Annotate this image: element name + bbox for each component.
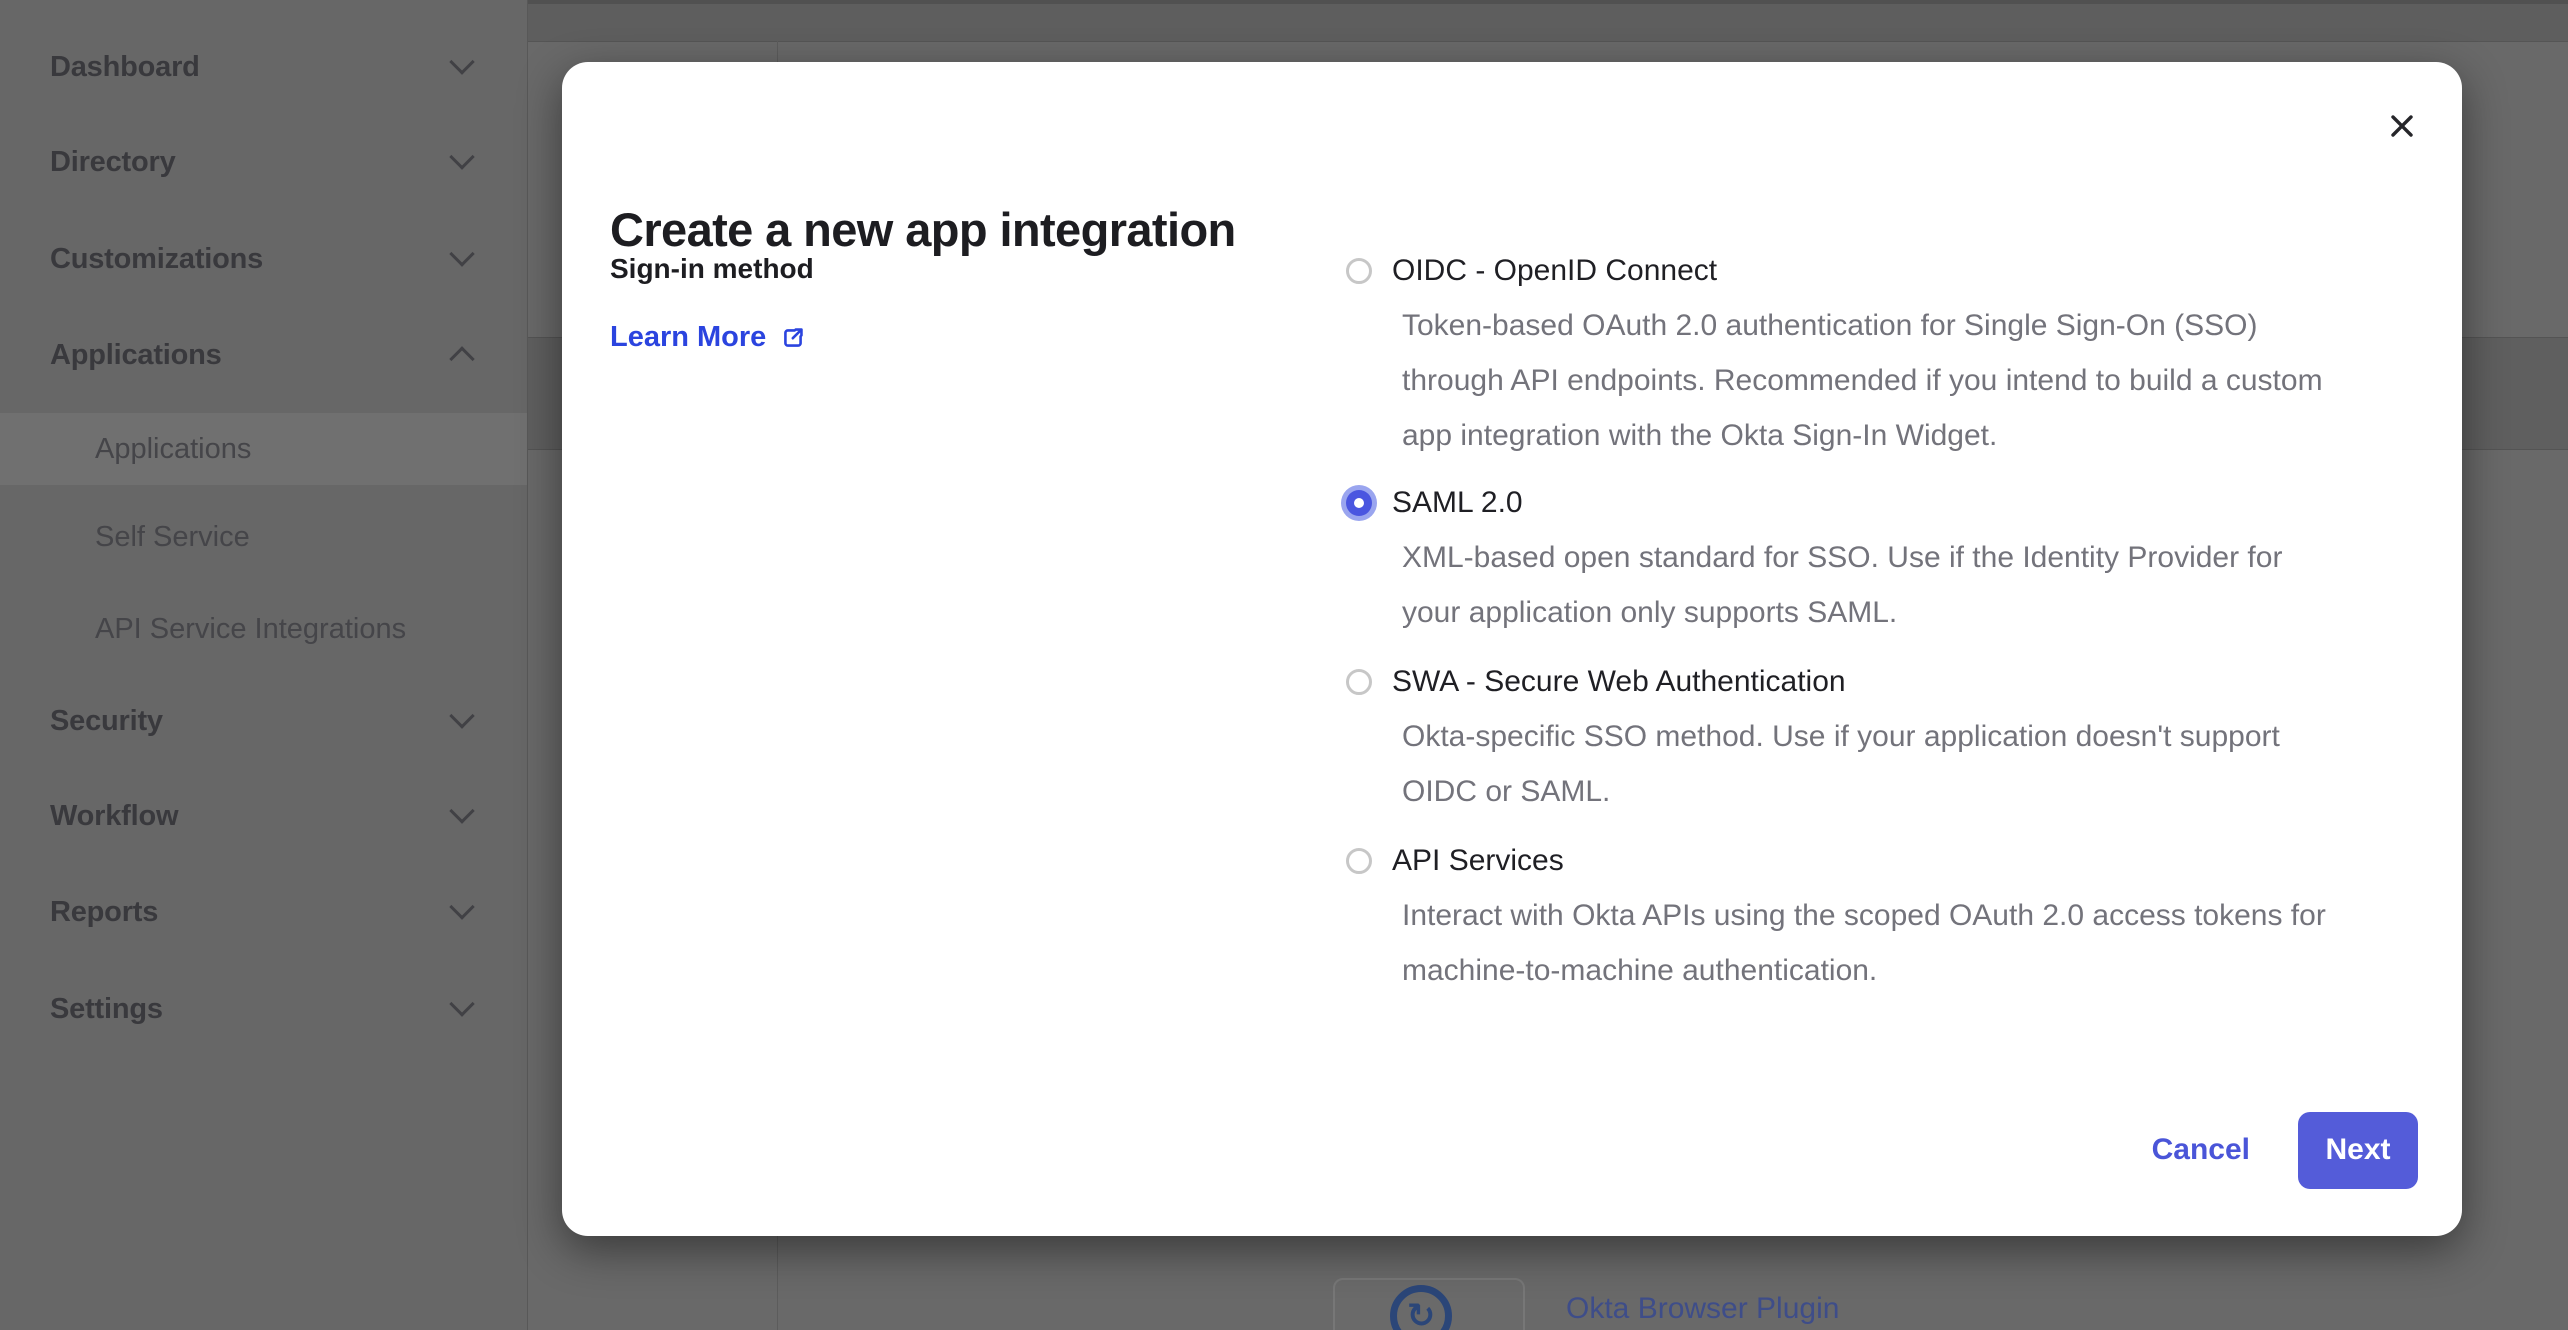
close-button[interactable] (2380, 104, 2424, 148)
modal-title: Create a new app integration (610, 202, 1236, 257)
option-description: Okta-specific SSO method. Use if your ap… (1402, 709, 2412, 819)
option-swa: SWA - Secure Web Authentication Okta-spe… (1336, 658, 2416, 819)
option-saml-head[interactable]: SAML 2.0 (1336, 479, 2416, 527)
radio-oidc[interactable] (1346, 258, 1372, 284)
option-label: API Services (1392, 844, 1564, 878)
learn-more-link[interactable]: Learn More (610, 321, 806, 354)
option-description: Token-based OAuth 2.0 authentication for… (1402, 298, 2412, 463)
learn-more-label: Learn More (610, 321, 766, 354)
close-icon (2385, 109, 2419, 143)
option-api-services: API Services Interact with Okta APIs usi… (1336, 837, 2416, 998)
radio-swa[interactable] (1346, 669, 1372, 695)
option-oidc-head[interactable]: OIDC - OpenID Connect (1336, 247, 2416, 295)
option-api-services-head[interactable]: API Services (1336, 837, 2416, 885)
radio-api-services[interactable] (1346, 848, 1372, 874)
sign-in-method-label: Sign-in method (610, 253, 814, 285)
option-label: OIDC - OpenID Connect (1392, 254, 1717, 288)
option-oidc: OIDC - OpenID Connect Token-based OAuth … (1336, 247, 2416, 463)
option-label: SWA - Secure Web Authentication (1392, 665, 1846, 699)
option-swa-head[interactable]: SWA - Secure Web Authentication (1336, 658, 2416, 706)
cancel-button[interactable]: Cancel (2152, 1133, 2250, 1167)
modal-footer: Cancel Next (2152, 1111, 2418, 1189)
option-description: XML-based open standard for SSO. Use if … (1402, 530, 2412, 640)
option-label: SAML 2.0 (1392, 486, 1523, 520)
option-description: Interact with Okta APIs using the scoped… (1402, 888, 2412, 998)
option-saml: SAML 2.0 XML-based open standard for SSO… (1336, 479, 2416, 640)
screen: Dashboard Directory Customizations Appli… (0, 0, 2568, 1330)
radio-saml[interactable] (1346, 490, 1372, 516)
external-link-icon (780, 325, 806, 351)
next-button[interactable]: Next (2298, 1112, 2418, 1189)
create-app-integration-modal: Create a new app integration Sign-in met… (562, 62, 2462, 1236)
